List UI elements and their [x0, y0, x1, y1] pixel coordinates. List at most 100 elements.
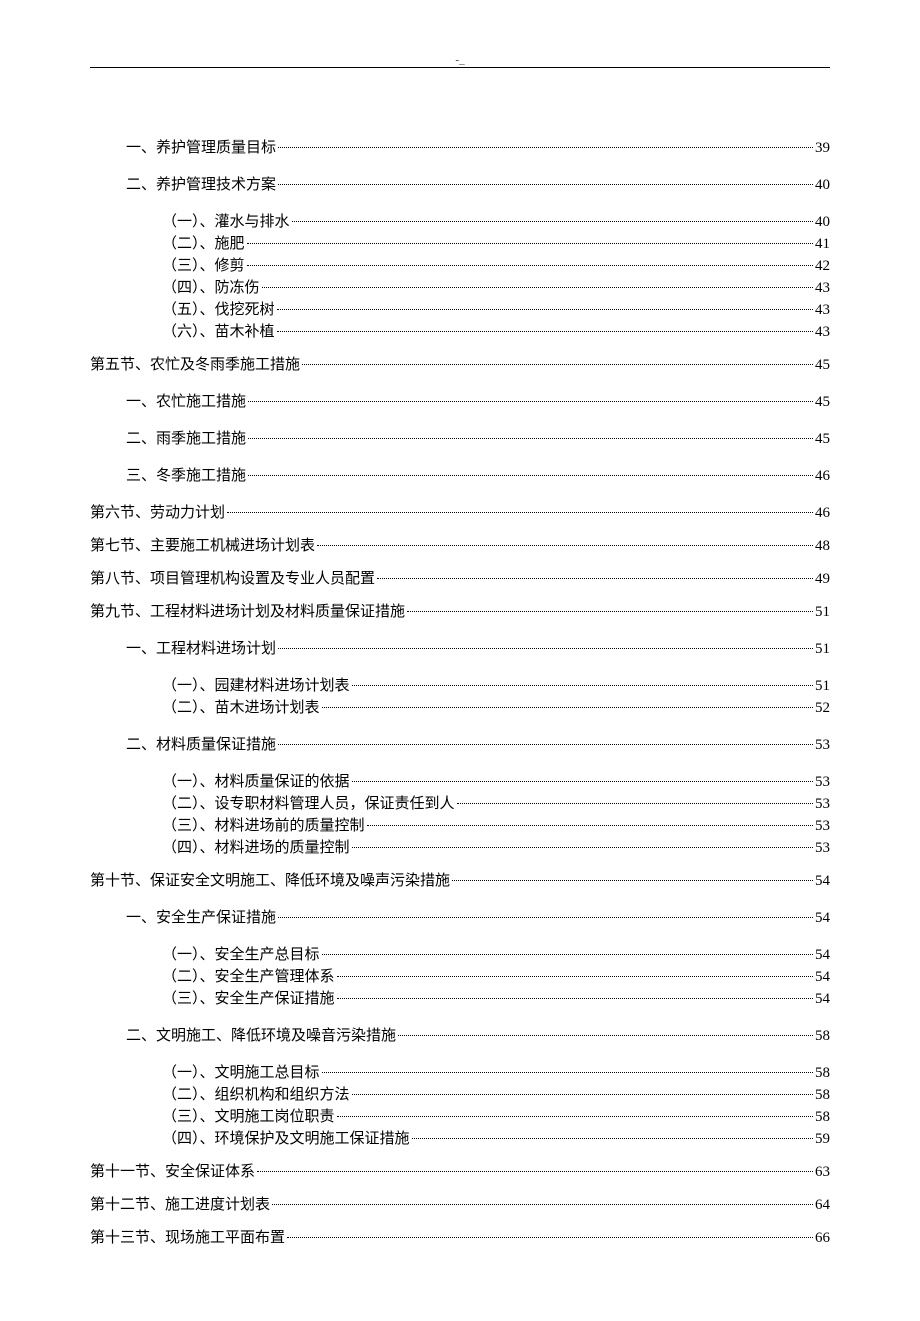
- toc-page-number: 58: [815, 1107, 830, 1128]
- toc-entry: （一）、文明施工总目标58: [162, 1063, 830, 1084]
- toc-label: 第十节、保证安全文明施工、降低环境及噪声污染措施: [90, 871, 450, 892]
- toc-label: （二）、设专职材料管理人员，保证责任到人: [162, 794, 455, 815]
- toc-label: 三、冬季施工措施: [126, 466, 246, 487]
- toc-label: 第九节、工程材料进场计划及材料质量保证措施: [90, 602, 405, 623]
- toc-label: （二）、施肥: [162, 234, 245, 255]
- toc-page-number: 53: [815, 772, 830, 793]
- toc-entry: （二）、施肥 41: [162, 234, 830, 255]
- toc-leader-dots: [352, 685, 813, 686]
- toc-entry: 第十二节、施工进度计划表 64: [90, 1195, 830, 1216]
- toc-entry: （四）、材料进场的质量控制 53: [162, 838, 830, 859]
- toc-leader-dots: [457, 803, 813, 804]
- toc-entry: 二、材料质量保证措施53: [126, 735, 830, 756]
- toc-entry: 一、安全生产保证措施54: [126, 908, 830, 929]
- toc-entry: （一）、安全生产总目标 54: [162, 945, 830, 966]
- toc-entry: （三）、修剪42: [162, 256, 830, 277]
- toc-page-number: 45: [815, 355, 830, 376]
- toc-label: 一、农忙施工措施: [126, 392, 246, 413]
- toc-entry: 二、文明施工、降低环境及噪音污染措施 58: [126, 1026, 830, 1047]
- toc-leader-dots: [317, 545, 813, 546]
- toc-label: （五）、伐挖死树: [162, 300, 275, 321]
- toc-leader-dots: [322, 707, 813, 708]
- toc-leader-dots: [367, 825, 813, 826]
- toc-entry: 第十三节、现场施工平面布置 66: [90, 1228, 830, 1249]
- toc-entry: （六）、苗木补植 43: [162, 322, 830, 343]
- toc-entry: （四）、防冻伤43: [162, 278, 830, 299]
- toc-leader-dots: [257, 1171, 813, 1172]
- toc-page-number: 42: [815, 256, 830, 277]
- toc-page-number: 45: [815, 392, 830, 413]
- toc-entry: 第八节、项目管理机构设置及专业人员配置49: [90, 569, 830, 590]
- toc-entry: （二）、安全生产管理体系54: [162, 967, 830, 988]
- toc-entry: 第六节、劳动力计划 46: [90, 503, 830, 524]
- toc-leader-dots: [452, 880, 813, 881]
- toc-entry: 二、养护管理技术方案40: [126, 175, 830, 196]
- toc-page-number: 63: [815, 1162, 830, 1183]
- header-marker: -_: [455, 54, 464, 66]
- toc-label: 一、工程材料进场计划: [126, 639, 276, 660]
- toc-page-number: 54: [815, 908, 830, 929]
- toc-page-number: 41: [815, 234, 830, 255]
- toc-label: （一）、材料质量保证的依据: [162, 772, 350, 793]
- toc-leader-dots: [278, 744, 813, 745]
- toc-leader-dots: [277, 309, 813, 310]
- toc-entry: （二）、组织机构和组织方法58: [162, 1085, 830, 1106]
- toc-leader-dots: [248, 475, 813, 476]
- toc-label: 一、养护管理质量目标: [126, 138, 276, 159]
- toc-leader-dots: [412, 1138, 813, 1139]
- toc-label: （四）、材料进场的质量控制: [162, 838, 350, 859]
- toc-leader-dots: [278, 147, 813, 148]
- toc-label: （四）、防冻伤: [162, 278, 260, 299]
- toc-leader-dots: [272, 1204, 813, 1205]
- toc-leader-dots: [352, 847, 813, 848]
- toc-page-number: 54: [815, 989, 830, 1010]
- toc-page-number: 58: [815, 1026, 830, 1047]
- toc-leader-dots: [287, 1237, 813, 1238]
- toc-leader-dots: [262, 287, 813, 288]
- toc-leader-dots: [302, 364, 813, 365]
- toc-page-number: 46: [815, 503, 830, 524]
- toc-label: （三）、安全生产保证措施: [162, 989, 335, 1010]
- toc-entry: （三）、文明施工岗位职责 58: [162, 1107, 830, 1128]
- toc-label: 第六节、劳动力计划: [90, 503, 225, 524]
- toc-leader-dots: [322, 954, 813, 955]
- toc-page-number: 54: [815, 871, 830, 892]
- header-rule: -_: [90, 60, 830, 68]
- toc-entry: 第七节、主要施工机械进场计划表48: [90, 536, 830, 557]
- toc-label: 第十一节、安全保证体系: [90, 1162, 255, 1183]
- toc-label: （一）、灌水与排水: [162, 212, 290, 233]
- toc-page-number: 53: [815, 838, 830, 859]
- toc-entry: （二）、设专职材料管理人员，保证责任到人 53: [162, 794, 830, 815]
- toc-label: （一）、文明施工总目标: [162, 1063, 320, 1084]
- toc-page-number: 64: [815, 1195, 830, 1216]
- toc-page-number: 49: [815, 569, 830, 590]
- toc-label: （三）、文明施工岗位职责: [162, 1107, 335, 1128]
- toc-label: （一）、安全生产总目标: [162, 945, 320, 966]
- toc-entry: （三）、安全生产保证措施 54: [162, 989, 830, 1010]
- toc-page-number: 43: [815, 322, 830, 343]
- toc-entry: （四）、环境保护及文明施工保证措施59: [162, 1129, 830, 1150]
- toc-label: 第五节、农忙及冬雨季施工措施: [90, 355, 300, 376]
- toc-leader-dots: [247, 265, 813, 266]
- toc-page-number: 54: [815, 945, 830, 966]
- toc-page-number: 53: [815, 794, 830, 815]
- toc-label: （六）、苗木补植: [162, 322, 275, 343]
- toc-label: 第十三节、现场施工平面布置: [90, 1228, 285, 1249]
- toc-entry: 第九节、工程材料进场计划及材料质量保证措施 51: [90, 602, 830, 623]
- toc-page-number: 40: [815, 175, 830, 196]
- toc-leader-dots: [322, 1072, 813, 1073]
- toc-label: 第七节、主要施工机械进场计划表: [90, 536, 315, 557]
- toc-label: （一）、园建材料进场计划表: [162, 676, 350, 697]
- toc-leader-dots: [292, 221, 813, 222]
- toc-label: 第十二节、施工进度计划表: [90, 1195, 270, 1216]
- toc-page-number: 51: [815, 639, 830, 660]
- toc-page-number: 59: [815, 1129, 830, 1150]
- toc-entry: （二）、苗木进场计划表52: [162, 698, 830, 719]
- toc-label: 二、文明施工、降低环境及噪音污染措施: [126, 1026, 396, 1047]
- toc-entry: （一）、灌水与排水40: [162, 212, 830, 233]
- toc-page-number: 51: [815, 602, 830, 623]
- toc-leader-dots: [337, 1116, 813, 1117]
- page-container: -_ 一、养护管理质量目标39二、养护管理技术方案40（一）、灌水与排水40（二…: [0, 0, 920, 1321]
- toc-entry: （五）、伐挖死树43: [162, 300, 830, 321]
- toc-page-number: 66: [815, 1228, 830, 1249]
